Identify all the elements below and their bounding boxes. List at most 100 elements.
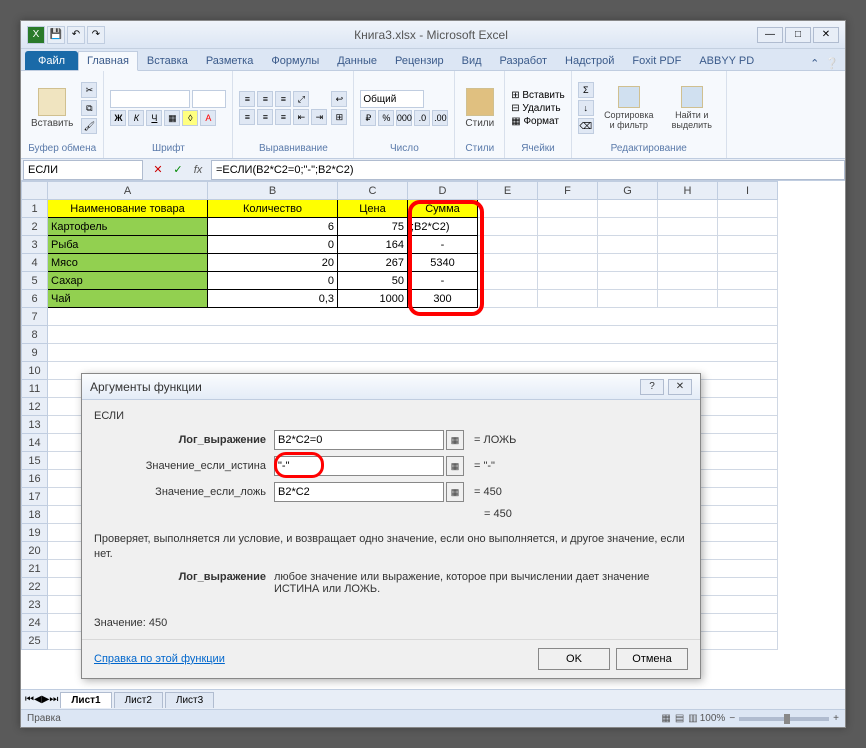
underline-icon[interactable]: Ч: [146, 110, 162, 126]
col-header-D[interactable]: D: [408, 182, 478, 200]
increase-decimal-icon[interactable]: .0: [414, 110, 430, 126]
col-header-H[interactable]: H: [658, 182, 718, 200]
row-header[interactable]: 23: [22, 596, 48, 614]
cells-insert-button[interactable]: ⊞ Вставить: [511, 90, 565, 101]
tab-file[interactable]: Файл: [25, 51, 78, 70]
merge-icon[interactable]: ⊞: [331, 109, 347, 125]
row-header[interactable]: 1: [22, 200, 48, 218]
tab-data[interactable]: Данные: [328, 51, 386, 70]
paste-button[interactable]: Вставить: [27, 86, 77, 131]
cell[interactable]: [478, 236, 538, 254]
row-header[interactable]: 9: [22, 344, 48, 362]
zoom-in-icon[interactable]: +: [833, 713, 839, 724]
save-icon[interactable]: 💾: [47, 26, 65, 44]
sheet-tab[interactable]: Лист3: [165, 692, 214, 708]
col-header-I[interactable]: I: [718, 182, 778, 200]
cell[interactable]: -: [408, 236, 478, 254]
row-header[interactable]: 16: [22, 470, 48, 488]
sort-filter-button[interactable]: Сортировка и фильтр: [598, 84, 660, 132]
ribbon-minimize-icon[interactable]: ⌃: [810, 57, 819, 70]
comma-icon[interactable]: 000: [396, 110, 412, 126]
cell[interactable]: [478, 290, 538, 308]
help-link[interactable]: Справка по этой функции: [94, 653, 225, 665]
italic-icon[interactable]: К: [128, 110, 144, 126]
cell[interactable]: [48, 344, 778, 362]
cell[interactable]: Наименование товара: [48, 200, 208, 218]
zoom-level[interactable]: 100%: [700, 713, 726, 724]
row-header[interactable]: 5: [22, 272, 48, 290]
indent-inc-icon[interactable]: ⇥: [311, 109, 327, 125]
redo-icon[interactable]: ↷: [87, 26, 105, 44]
format-painter-icon[interactable]: 🖌: [81, 118, 97, 134]
cell[interactable]: Чай: [48, 290, 208, 308]
cell[interactable]: Рыба: [48, 236, 208, 254]
font-size-select[interactable]: [192, 90, 226, 108]
cell[interactable]: [658, 236, 718, 254]
cell[interactable]: [718, 200, 778, 218]
tab-formulas[interactable]: Формулы: [262, 51, 328, 70]
cell[interactable]: Количество: [208, 200, 338, 218]
row-header[interactable]: 8: [22, 326, 48, 344]
cell[interactable]: [48, 326, 778, 344]
arg-true-input[interactable]: [274, 456, 444, 476]
cell[interactable]: [478, 254, 538, 272]
row-header[interactable]: 20: [22, 542, 48, 560]
styles-button[interactable]: Стили: [461, 86, 498, 131]
tab-layout[interactable]: Разметка: [197, 51, 263, 70]
cell-active[interactable]: ;B2*C2): [408, 218, 478, 236]
decrease-decimal-icon[interactable]: .00: [432, 110, 448, 126]
maximize-button[interactable]: □: [785, 27, 811, 43]
tab-abbyy[interactable]: ABBYY PD: [690, 51, 763, 70]
cell[interactable]: [538, 272, 598, 290]
view-normal-icon[interactable]: ▦: [661, 713, 670, 724]
sheet-tab[interactable]: Лист2: [114, 692, 163, 708]
tab-review[interactable]: Рецензир: [386, 51, 453, 70]
view-layout-icon[interactable]: ▤: [675, 713, 684, 724]
tab-developer[interactable]: Разработ: [491, 51, 556, 70]
row-header[interactable]: 12: [22, 398, 48, 416]
cell[interactable]: [658, 218, 718, 236]
tab-insert[interactable]: Вставка: [138, 51, 197, 70]
cell[interactable]: [718, 254, 778, 272]
cell[interactable]: [598, 254, 658, 272]
row-header[interactable]: 15: [22, 452, 48, 470]
select-all-button[interactable]: [22, 182, 48, 200]
excel-icon[interactable]: X: [27, 26, 45, 44]
cell[interactable]: [538, 254, 598, 272]
tab-foxit[interactable]: Foxit PDF: [623, 51, 690, 70]
cell[interactable]: [718, 272, 778, 290]
border-icon[interactable]: ▦: [164, 110, 180, 126]
percent-icon[interactable]: %: [378, 110, 394, 126]
dialog-titlebar[interactable]: Аргументы функции ? ✕: [82, 374, 700, 400]
cell[interactable]: [598, 200, 658, 218]
align-center-icon[interactable]: ≡: [257, 109, 273, 125]
row-header[interactable]: 7: [22, 308, 48, 326]
cell[interactable]: [478, 272, 538, 290]
row-header[interactable]: 18: [22, 506, 48, 524]
col-header-A[interactable]: A: [48, 182, 208, 200]
accept-formula-icon[interactable]: ✓: [169, 161, 187, 179]
cell[interactable]: [718, 236, 778, 254]
cell[interactable]: Картофель: [48, 218, 208, 236]
align-bottom-icon[interactable]: ≡: [275, 91, 291, 107]
cell[interactable]: Цена: [338, 200, 408, 218]
cell[interactable]: [538, 218, 598, 236]
cell[interactable]: [538, 290, 598, 308]
range-picker-icon[interactable]: ▦: [446, 456, 464, 476]
cell[interactable]: 6: [208, 218, 338, 236]
row-header[interactable]: 19: [22, 524, 48, 542]
row-header[interactable]: 17: [22, 488, 48, 506]
fx-icon[interactable]: fx: [189, 161, 207, 179]
ok-button[interactable]: OK: [538, 648, 610, 670]
cell[interactable]: [478, 218, 538, 236]
orientation-icon[interactable]: ⤢: [293, 91, 309, 107]
col-header-E[interactable]: E: [478, 182, 538, 200]
range-picker-icon[interactable]: ▦: [446, 430, 464, 450]
autosum-icon[interactable]: Σ: [578, 82, 594, 98]
cells-delete-button[interactable]: ⊟ Удалить: [511, 103, 565, 114]
cell[interactable]: [48, 308, 778, 326]
bold-icon[interactable]: Ж: [110, 110, 126, 126]
col-header-G[interactable]: G: [598, 182, 658, 200]
dialog-close-icon[interactable]: ✕: [668, 379, 692, 395]
clear-icon[interactable]: ⌫: [578, 118, 594, 134]
